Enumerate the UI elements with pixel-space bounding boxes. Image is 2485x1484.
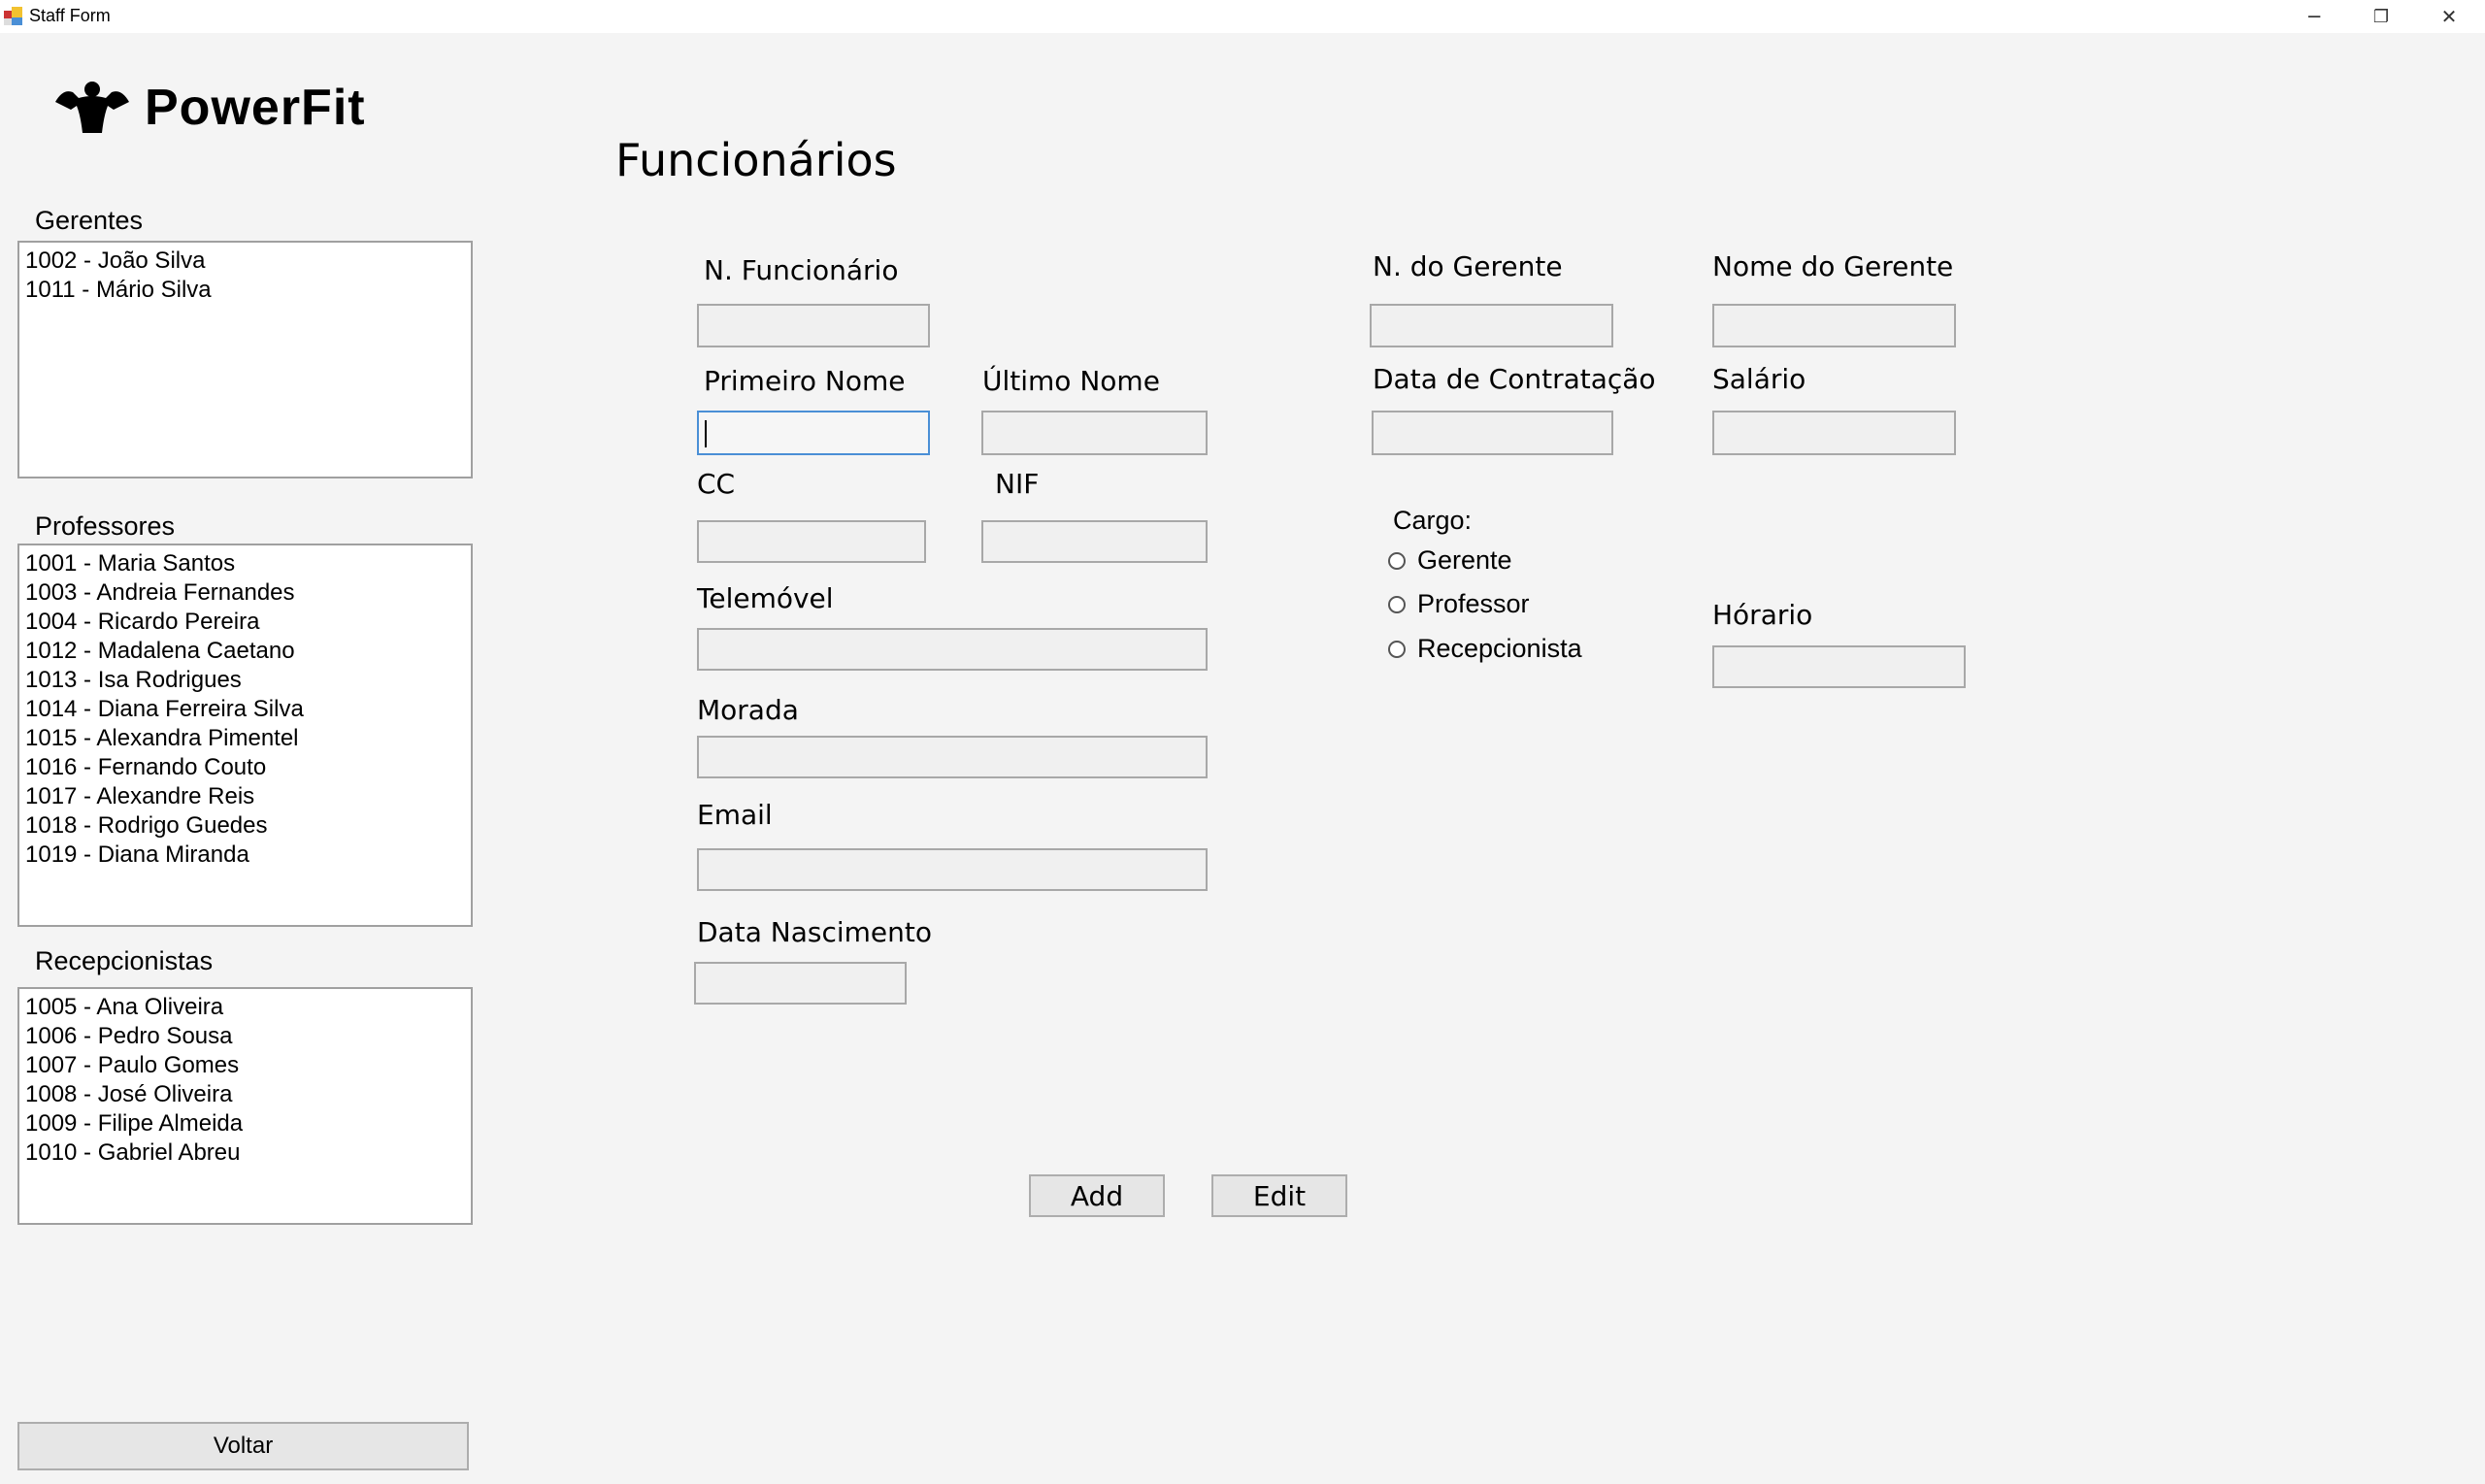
list-item[interactable]: 1003 - Andreia Fernandes: [25, 578, 465, 608]
page-title: Funcionários: [615, 134, 897, 186]
list-item[interactable]: 1005 - Ana Oliveira: [25, 993, 465, 1022]
list-item[interactable]: 1019 - Diana Miranda: [25, 841, 465, 870]
list-item[interactable]: 1006 - Pedro Sousa: [25, 1022, 465, 1051]
nif-label: NIF: [995, 468, 1040, 500]
cc-input[interactable]: [697, 520, 926, 563]
morada-label: Morada: [697, 694, 799, 726]
list-item[interactable]: 1016 - Fernando Couto: [25, 753, 465, 782]
salario-input[interactable]: [1712, 411, 1956, 455]
list-item[interactable]: 1013 - Isa Rodrigues: [25, 666, 465, 695]
radio-circle-icon: [1388, 595, 1406, 613]
bodybuilder-icon: [55, 82, 129, 133]
list-item[interactable]: 1010 - Gabriel Abreu: [25, 1138, 465, 1168]
email-label: Email: [697, 799, 773, 831]
professores-label: Professores: [35, 511, 176, 541]
list-item[interactable]: 1011 - Mário Silva: [25, 276, 465, 305]
brand-logo: PowerFit: [53, 78, 366, 138]
list-item[interactable]: 1015 - Alexandra Pimentel: [25, 724, 465, 753]
email-input[interactable]: [697, 848, 1208, 891]
morada-input[interactable]: [697, 736, 1208, 778]
data-nascimento-label: Data Nascimento: [697, 916, 932, 948]
data-contratacao-input[interactable]: [1372, 411, 1613, 455]
primeiro-nome-label: Primeiro Nome: [704, 365, 906, 397]
radio-circle-icon: [1388, 551, 1406, 570]
brand-name: PowerFit: [145, 80, 366, 136]
cargo-label: Cargo:: [1393, 506, 1473, 535]
list-item[interactable]: 1009 - Filipe Almeida: [25, 1109, 465, 1138]
horario-label: Hórario: [1712, 599, 1813, 631]
nome-gerente-input[interactable]: [1712, 304, 1956, 347]
horario-input[interactable]: [1712, 645, 1966, 688]
telemovel-label: Telemóvel: [697, 582, 834, 614]
professores-listbox[interactable]: 1001 - Maria Santos 1003 - Andreia Ferna…: [17, 544, 473, 927]
nif-input[interactable]: [981, 520, 1208, 563]
n-funcionario-input[interactable]: [697, 304, 930, 347]
list-item[interactable]: 1017 - Alexandre Reis: [25, 782, 465, 811]
n-gerente-input[interactable]: [1370, 304, 1613, 347]
app-icon: [4, 7, 22, 25]
radio-label: Recepcionista: [1417, 634, 1582, 663]
minimize-button[interactable]: ─: [2285, 0, 2343, 33]
restore-button[interactable]: ❐: [2352, 0, 2410, 33]
gerentes-label: Gerentes: [35, 206, 144, 235]
data-nascimento-input[interactable]: [694, 962, 907, 1005]
list-item[interactable]: 1007 - Paulo Gomes: [25, 1051, 465, 1080]
ultimo-nome-input[interactable]: [981, 411, 1208, 455]
primeiro-nome-input[interactable]: [697, 411, 930, 455]
radio-professor[interactable]: Professor: [1388, 589, 1530, 619]
window-title: Staff Form: [29, 6, 111, 25]
radio-label: Professor: [1417, 589, 1530, 618]
radio-circle-icon: [1388, 640, 1406, 658]
radio-recepcionista[interactable]: Recepcionista: [1388, 634, 1582, 664]
list-item[interactable]: 1002 - João Silva: [25, 247, 465, 276]
n-funcionario-label: N. Funcionário: [704, 254, 899, 286]
telemovel-input[interactable]: [697, 628, 1208, 671]
nome-gerente-label: Nome do Gerente: [1712, 250, 1954, 282]
radio-gerente[interactable]: Gerente: [1388, 545, 1512, 576]
n-gerente-label: N. do Gerente: [1373, 250, 1563, 282]
edit-button[interactable]: Edit: [1211, 1174, 1347, 1217]
ultimo-nome-label: Último Nome: [982, 365, 1160, 397]
title-bar: Staff Form ─ ❐ ✕: [0, 0, 2485, 33]
data-contratacao-label: Data de Contratação: [1373, 363, 1656, 395]
voltar-button[interactable]: Voltar: [17, 1422, 469, 1470]
list-item[interactable]: 1012 - Madalena Caetano: [25, 637, 465, 666]
salario-label: Salário: [1712, 363, 1806, 395]
gerentes-listbox[interactable]: 1002 - João Silva 1011 - Mário Silva: [17, 241, 473, 478]
recepcionistas-label: Recepcionistas: [35, 946, 214, 975]
radio-label: Gerente: [1417, 545, 1512, 575]
close-button[interactable]: ✕: [2420, 0, 2478, 33]
list-item[interactable]: 1004 - Ricardo Pereira: [25, 608, 465, 637]
add-button[interactable]: Add: [1029, 1174, 1165, 1217]
cc-label: CC: [697, 468, 736, 500]
recepcionistas-listbox[interactable]: 1005 - Ana Oliveira 1006 - Pedro Sousa 1…: [17, 987, 473, 1225]
list-item[interactable]: 1014 - Diana Ferreira Silva: [25, 695, 465, 724]
list-item[interactable]: 1001 - Maria Santos: [25, 549, 465, 578]
list-item[interactable]: 1008 - José Oliveira: [25, 1080, 465, 1109]
list-item[interactable]: 1018 - Rodrigo Guedes: [25, 811, 465, 841]
